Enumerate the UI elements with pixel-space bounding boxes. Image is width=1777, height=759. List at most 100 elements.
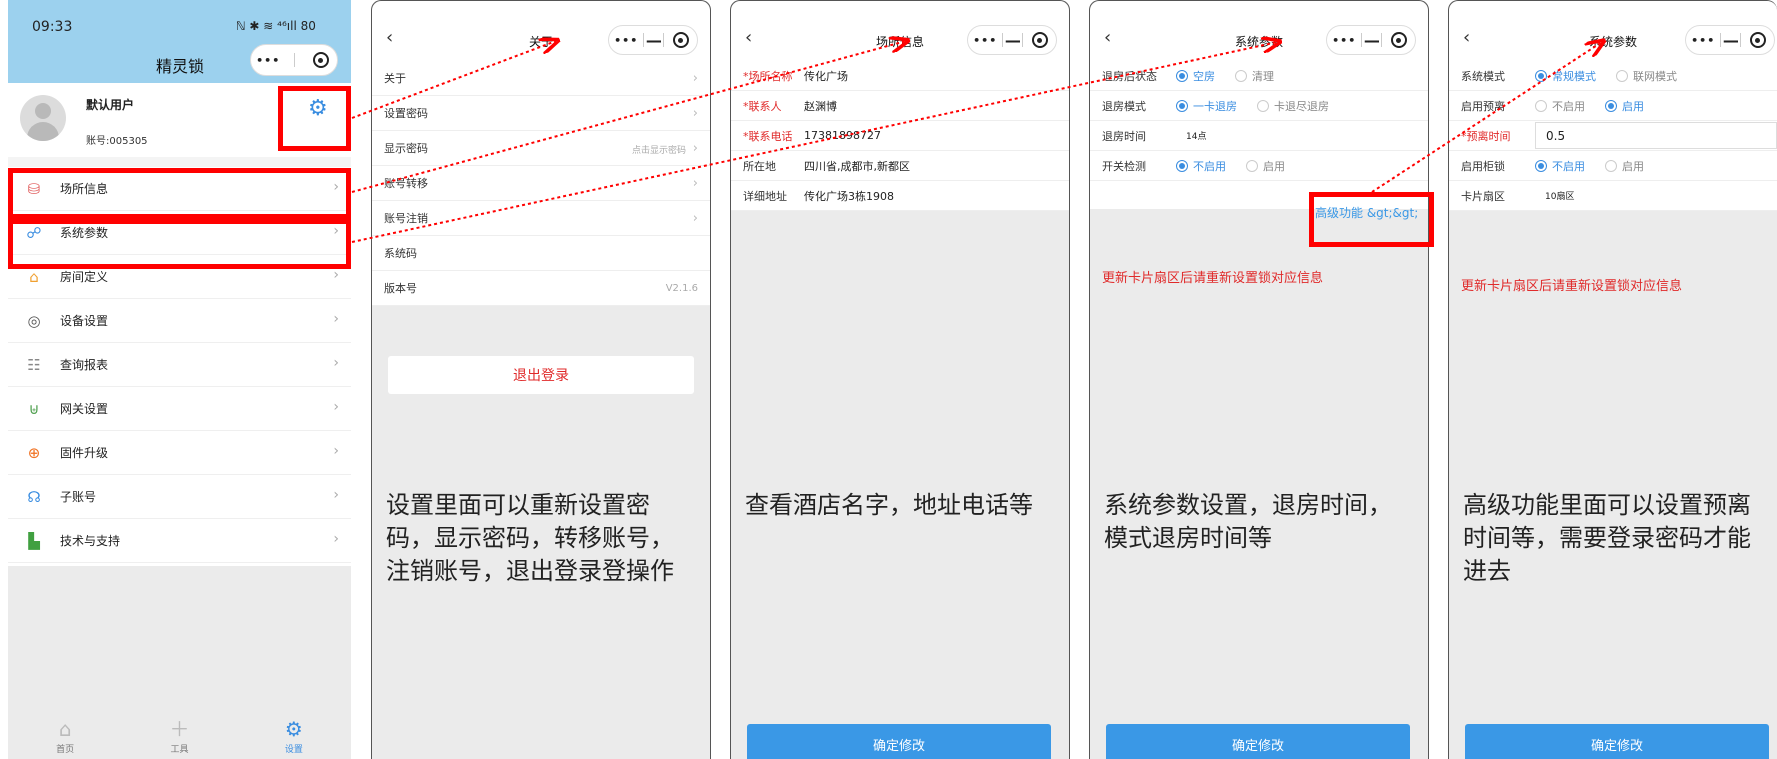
caption: 系统参数设置，退房时间，模式退房时间等 bbox=[1104, 491, 1392, 552]
menu-icon: ◎ bbox=[27, 311, 41, 330]
more-dots-icon[interactable]: ••• bbox=[609, 34, 643, 47]
menu-item[interactable]: ☍ 系统参数 › bbox=[8, 211, 351, 255]
radio-option[interactable]: 启用 bbox=[1605, 98, 1644, 114]
list-row[interactable]: 账号转移 › bbox=[372, 166, 710, 201]
phone-venue-info: ‹ 场所信息 ••• — *场所名称 传化广场 *联系人 赵渊博 *联系电话 173818… bbox=[730, 0, 1070, 759]
radio-dot-icon bbox=[1246, 159, 1258, 172]
text-input[interactable]: 0.5 bbox=[1535, 122, 1777, 149]
confirm-button[interactable]: 确定修改 bbox=[1106, 724, 1410, 759]
form-row[interactable]: 详细地址 传化广场3栋1908 bbox=[731, 181, 1069, 211]
warning-text: 更新卡片扇区后请重新设置锁对应信息 bbox=[1461, 279, 1683, 294]
minimize-icon[interactable]: — bbox=[1362, 31, 1381, 50]
gear-icon[interactable]: ⚙ bbox=[308, 96, 328, 121]
more-dots-icon[interactable]: ••• bbox=[968, 34, 1002, 47]
close-circle-icon[interactable] bbox=[304, 52, 337, 68]
menu-item[interactable]: ◎ 设备设置 › bbox=[8, 299, 351, 343]
form-row: *预离时间 0.5 bbox=[1449, 121, 1777, 151]
confirm-button[interactable]: 确定修改 bbox=[747, 724, 1051, 759]
radio-label: 启用 bbox=[1622, 159, 1644, 173]
field-label: 启用预离 bbox=[1461, 99, 1505, 113]
radio-option[interactable]: 不启用 bbox=[1535, 158, 1585, 174]
form-row: 退房后状态 空房 清理 bbox=[1090, 61, 1428, 91]
form-row: 启用预离 不启用 启用 bbox=[1449, 91, 1777, 121]
form-row[interactable]: *联系电话 17381898727 bbox=[731, 121, 1069, 151]
tab-item[interactable]: ⌂ 首页 bbox=[8, 716, 122, 759]
radio-option[interactable]: 不启用 bbox=[1535, 98, 1585, 114]
menu-item[interactable]: ⛁ 场所信息 › bbox=[8, 167, 351, 211]
form-row[interactable]: *联系人 赵渊博 bbox=[731, 91, 1069, 121]
close-circle-icon[interactable] bbox=[1023, 32, 1056, 48]
radio-label: 卡退尽退房 bbox=[1274, 99, 1329, 113]
radio-option[interactable]: 一卡退房 bbox=[1176, 98, 1237, 114]
list-row[interactable]: 显示密码 点击显示密码 › bbox=[372, 131, 710, 166]
list-row[interactable]: 版本号 V2.1.6 bbox=[372, 271, 710, 306]
chevron-right-icon: › bbox=[333, 487, 339, 503]
more-dots-icon[interactable]: ••• bbox=[1686, 34, 1720, 47]
minimize-icon[interactable]: — bbox=[1003, 31, 1022, 50]
menu-item[interactable]: ☊ 子账号 › bbox=[8, 475, 351, 519]
menu-icon: ⌂ bbox=[29, 267, 39, 286]
menu-item-label: 系统参数 bbox=[60, 226, 109, 240]
confirm-button[interactable]: 确定修改 bbox=[1465, 724, 1769, 759]
menu-item[interactable]: ⌂ 房间定义 › bbox=[8, 255, 351, 299]
mini-program-capsule: ••• — bbox=[967, 25, 1057, 55]
menu-item[interactable]: ⊕ 固件升级 › bbox=[8, 431, 351, 475]
field-label: 系统模式 bbox=[1461, 69, 1505, 83]
logout-button[interactable]: 退出登录 bbox=[388, 356, 694, 394]
list-row[interactable]: 账号注销 › bbox=[372, 201, 710, 236]
tab-item[interactable]: ⚙ 设置 bbox=[237, 716, 351, 759]
radio-option[interactable]: 不启用 bbox=[1176, 158, 1226, 174]
list-row[interactable]: 系统码 bbox=[372, 236, 710, 271]
menu-item[interactable]: ⊎ 网关设置 › bbox=[8, 387, 351, 431]
more-dots-icon[interactable]: ••• bbox=[1327, 34, 1361, 47]
row-label: 账号转移 bbox=[384, 177, 428, 190]
radio-dot-icon bbox=[1605, 99, 1617, 112]
account-number: 账号:005305 bbox=[86, 136, 148, 147]
minimize-icon[interactable]: — bbox=[1721, 31, 1740, 50]
radio-option[interactable]: 空房 bbox=[1176, 68, 1215, 84]
close-circle-icon[interactable] bbox=[664, 32, 697, 48]
advanced-link[interactable]: 高级功能 &gt;&gt; bbox=[1315, 204, 1418, 221]
mini-program-capsule: ••• — bbox=[1326, 25, 1416, 55]
list-row[interactable]: 关于 › bbox=[372, 61, 710, 96]
params-form: 退房后状态 空房 清理 退房模式 一卡退房 卡退尽退房 退房时间 14点 开关检测 不启用 启用 bbox=[1090, 61, 1428, 209]
form-row: 启用柜锁 不启用 启用 bbox=[1449, 151, 1777, 181]
close-circle-icon[interactable] bbox=[1382, 32, 1415, 48]
close-circle-icon[interactable] bbox=[1741, 32, 1774, 48]
field-value[interactable]: 传化广场3栋1908 bbox=[804, 188, 894, 204]
radio-dot-icon bbox=[1235, 69, 1247, 82]
menu-item-label: 技术与支持 bbox=[60, 534, 121, 548]
menu-item-label: 设备设置 bbox=[60, 314, 109, 328]
row-label: 版本号 bbox=[384, 282, 417, 295]
form-row[interactable]: *场所名称 传化广场 bbox=[731, 61, 1069, 91]
radio-option[interactable]: 启用 bbox=[1246, 158, 1285, 174]
minimize-icon[interactable]: — bbox=[644, 31, 663, 50]
tab-item[interactable]: ＋ 工具 bbox=[122, 716, 236, 759]
nav-bar: ‹ 关于 ••• — bbox=[372, 1, 710, 61]
radio-label: 不启用 bbox=[1552, 99, 1585, 113]
radio-label: 不启用 bbox=[1193, 159, 1226, 173]
field-value[interactable]: 赵渊博 bbox=[804, 98, 837, 114]
radio-option[interactable]: 联网模式 bbox=[1616, 68, 1677, 84]
form-row[interactable]: 所在地 四川省,成都市,新都区 bbox=[731, 151, 1069, 181]
field-value[interactable]: 传化广场 bbox=[804, 68, 848, 84]
warning-text: 更新卡片扇区后请重新设置锁对应信息 bbox=[1102, 271, 1324, 286]
radio-option[interactable]: 启用 bbox=[1605, 158, 1644, 174]
caption: 高级功能里面可以设置预离时间等，需要登录密码才能进去 bbox=[1463, 491, 1751, 585]
field-value[interactable]: 17381898727 bbox=[804, 129, 881, 142]
more-dots-icon[interactable]: ••• bbox=[251, 54, 285, 67]
row-label: 设置密码 bbox=[384, 107, 428, 120]
form-row: 退房模式 一卡退房 卡退尽退房 bbox=[1090, 91, 1428, 121]
radio-option[interactable]: 卡退尽退房 bbox=[1257, 98, 1329, 114]
radio-option[interactable]: 清理 bbox=[1235, 68, 1274, 84]
menu-item[interactable]: ☷ 查询报表 › bbox=[8, 343, 351, 387]
menu-item-label: 固件升级 bbox=[60, 446, 109, 460]
list-row[interactable]: 设置密码 › bbox=[372, 96, 710, 131]
text-input[interactable]: 10扇区 bbox=[1535, 182, 1777, 209]
chevron-right-icon: › bbox=[692, 71, 698, 86]
menu-item[interactable]: ▙ 技术与支持 › bbox=[8, 519, 351, 563]
field-value[interactable]: 四川省,成都市,新都区 bbox=[804, 158, 910, 174]
row-value: V2.1.6 bbox=[665, 283, 698, 294]
text-input[interactable]: 14点 bbox=[1176, 122, 1428, 149]
radio-option[interactable]: 常规模式 bbox=[1535, 68, 1596, 84]
